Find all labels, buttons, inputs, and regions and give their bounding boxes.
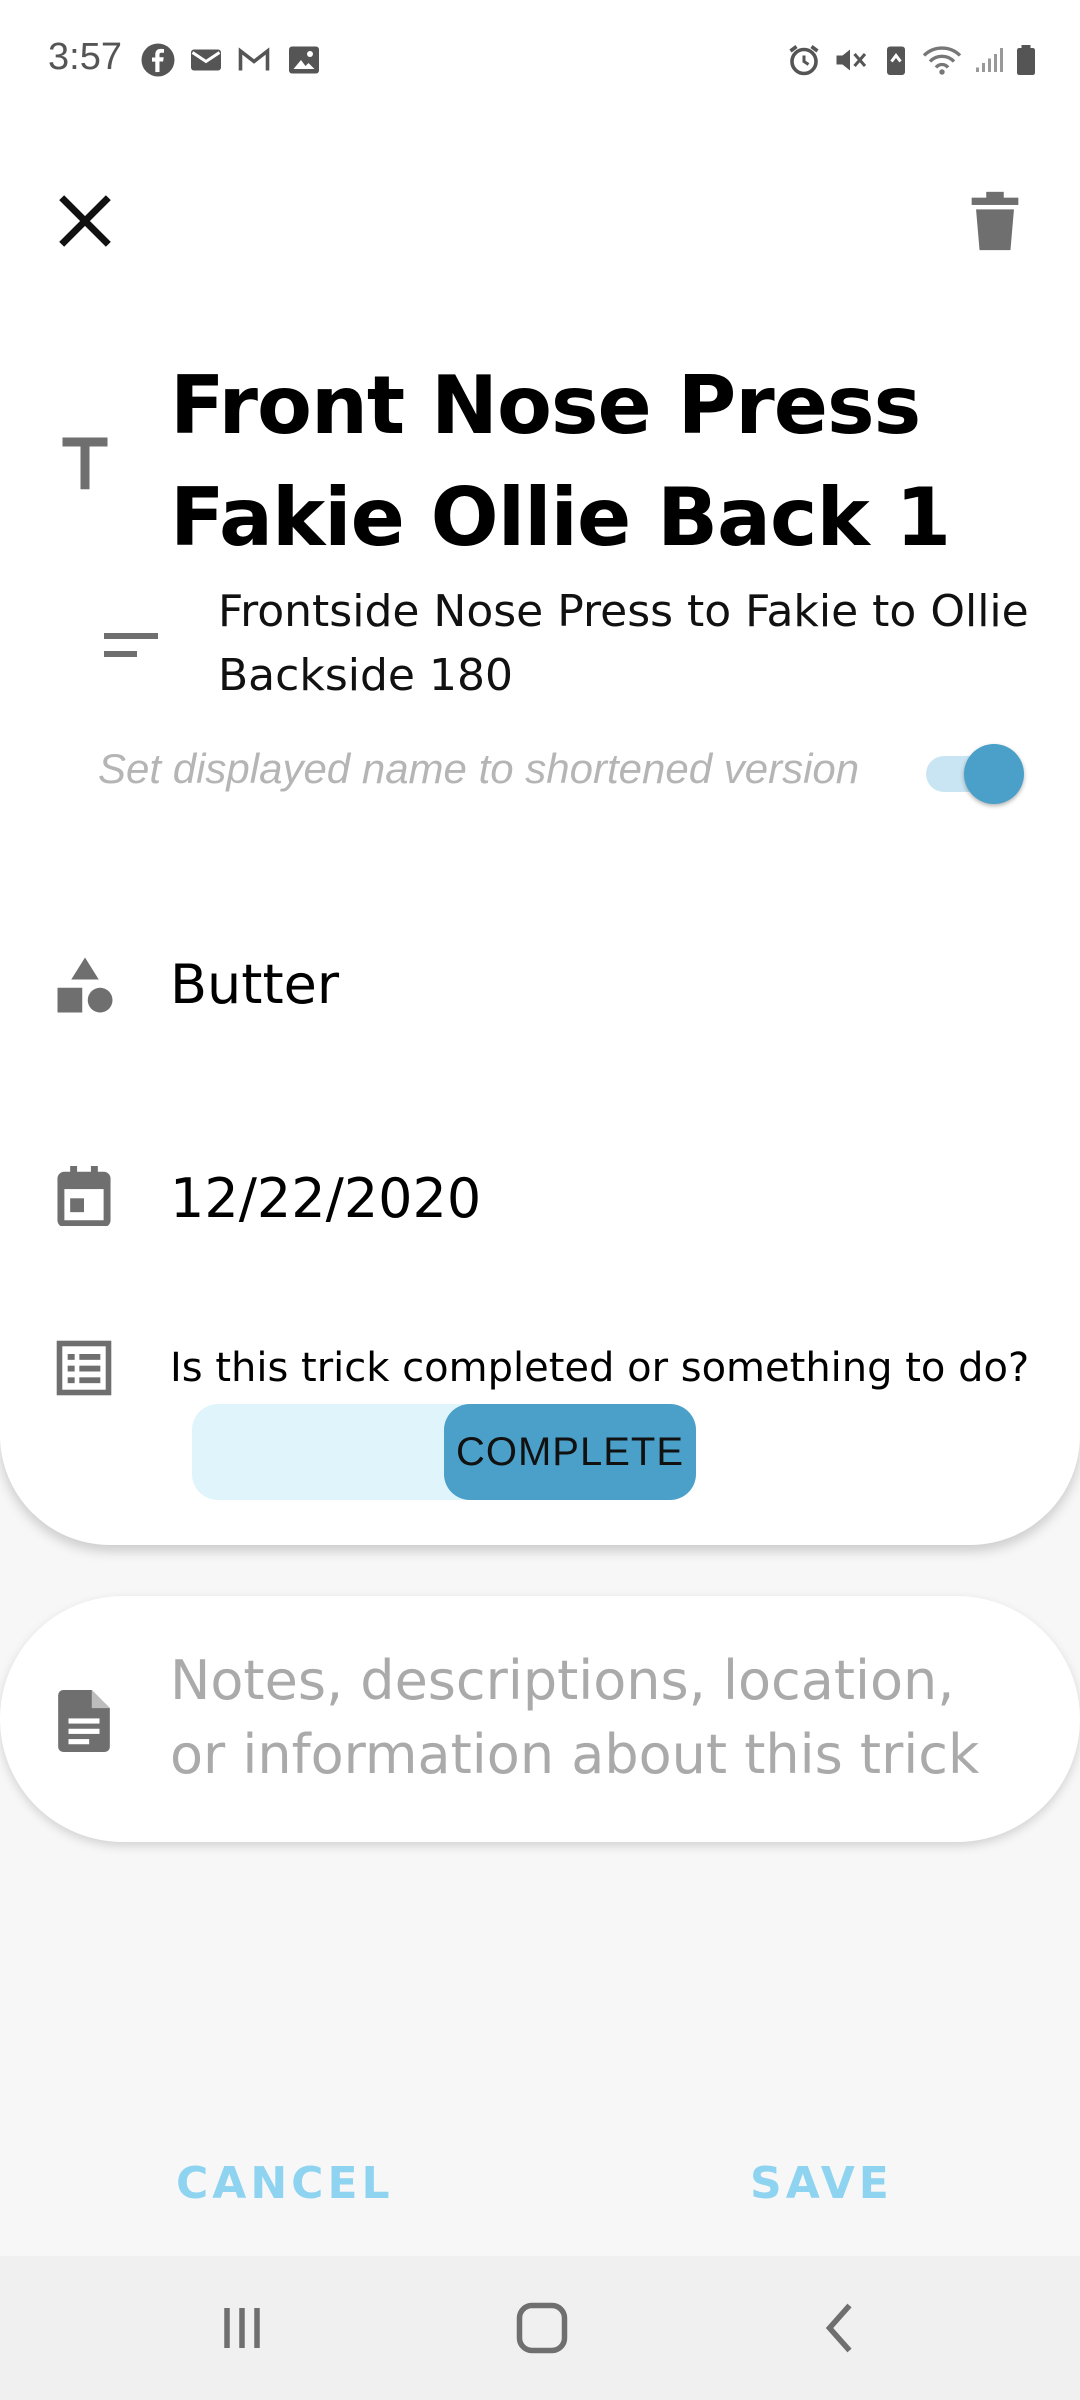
notes-input[interactable]: Notes, descriptions, location, or inform…: [170, 1644, 1020, 1794]
cancel-button[interactable]: CANCEL: [176, 2158, 394, 2209]
back-icon[interactable]: [812, 2298, 872, 2358]
battery-icon: [1017, 45, 1035, 75]
shorten-name-toggle[interactable]: [924, 744, 1024, 804]
battery-saver-icon: [887, 46, 905, 75]
category-icon: [57, 957, 113, 1013]
short-text-icon: [104, 633, 158, 657]
category-field[interactable]: Butter: [170, 950, 339, 1020]
shorten-name-label: Set displayed name to shortened version: [98, 745, 860, 792]
status-question-label: Is this trick completed or something to …: [170, 1345, 1030, 1391]
facebook-icon: [141, 43, 175, 77]
alarm-icon: [789, 45, 819, 76]
trash-icon: [971, 191, 1019, 251]
delete-button[interactable]: [960, 186, 1030, 256]
mail-icon: [191, 49, 221, 71]
status-option-complete[interactable]: COMPLETE: [444, 1404, 696, 1500]
toggle-knob: [964, 744, 1024, 804]
close-button[interactable]: [50, 186, 120, 256]
gallery-icon: [289, 46, 319, 74]
status-bar: 3:57: [0, 0, 1080, 122]
status-option-todo[interactable]: [192, 1404, 444, 1500]
title-icon: [62, 437, 108, 490]
close-icon: [59, 195, 111, 247]
wifi-icon: [922, 46, 962, 75]
full-name-field[interactable]: Frontside Nose Press to Fakie to Ollie B…: [218, 580, 1038, 708]
signal-icon: [976, 48, 1003, 72]
status-segmented-control[interactable]: COMPLETE: [192, 1404, 696, 1500]
save-button[interactable]: SAVE: [750, 2158, 893, 2209]
recent-apps-icon[interactable]: [212, 2298, 272, 2358]
gmail-icon: [238, 47, 270, 71]
home-icon[interactable]: [512, 2298, 572, 2358]
status-time: 3:57: [48, 36, 122, 78]
calendar-icon: [57, 1166, 111, 1226]
trick-title[interactable]: Front Nose Press Fakie Ollie Back 1: [170, 350, 1050, 574]
document-icon: [58, 1690, 110, 1752]
mute-icon: [836, 49, 867, 71]
system-navigation-bar: [0, 2256, 1080, 2400]
date-field[interactable]: 12/22/2020: [170, 1164, 481, 1234]
list-icon: [56, 1340, 112, 1396]
